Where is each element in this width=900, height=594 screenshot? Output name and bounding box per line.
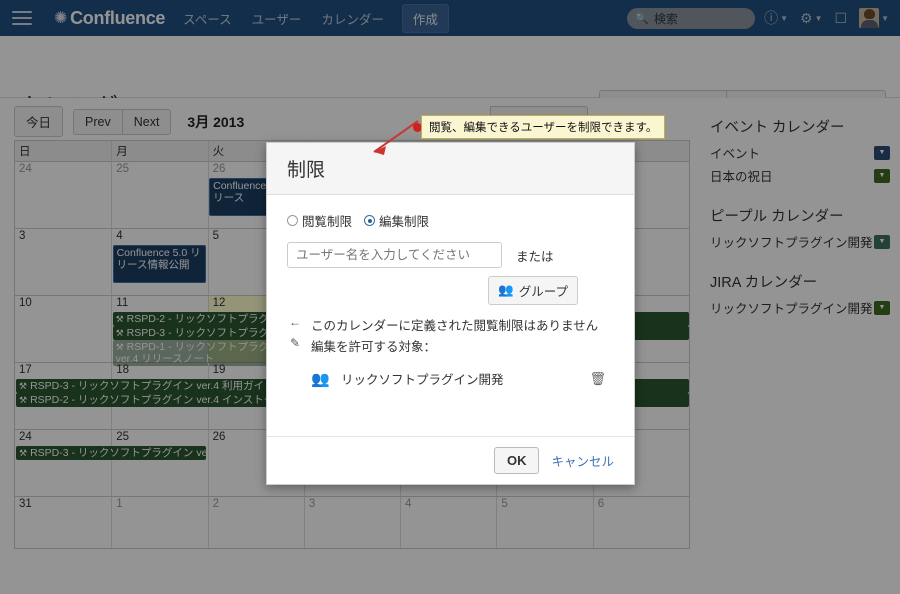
callout-tooltip: 閲覧、編集できるユーザーを制限できます。 [421, 115, 666, 139]
arrow-left-icon: ← [289, 315, 301, 329]
radio-edit-restriction[interactable]: 編集制限 [364, 211, 429, 230]
radio-circle-edit [364, 215, 376, 226]
restrictions-dialog: 制限 閲覧制限 編集制限 または 👥 グループ [266, 142, 635, 485]
radio-edit-label: 編集制限 [379, 215, 430, 229]
trash-icon[interactable]: 🗑 [589, 371, 614, 387]
view-restriction-note: ← このカレンダーに定義された閲覧制限はありません [287, 315, 614, 334]
radio-view-label: 閲覧制限 [302, 215, 353, 229]
edit-restriction-note: ✎ 編集を許可する対象： [287, 336, 614, 355]
restriction-type-radios: 閲覧制限 編集制限 [287, 211, 614, 230]
username-input[interactable] [287, 242, 502, 268]
group-icon: 👥 [311, 370, 330, 388]
dialog-header: 制限 [267, 143, 634, 195]
people-icon: 👥 [498, 283, 514, 297]
radio-circle-view [287, 215, 298, 226]
radio-view-restriction[interactable]: 閲覧制限 [287, 211, 352, 230]
dialog-title: 制限 [287, 160, 326, 181]
view-restriction-note-text: このカレンダーに定義された閲覧制限はありません [311, 319, 599, 333]
group-button-label: グループ [518, 285, 568, 299]
group-button[interactable]: 👥 グループ [488, 276, 578, 305]
app-root: ✺ Confluence スペース ユーザー カレンダー 作成 🔍 検索 ⓘ ▼… [0, 0, 900, 594]
ok-button[interactable]: OK [493, 447, 540, 474]
pencil-restricted-icon: ✎ [289, 336, 301, 350]
cancel-link[interactable]: キャンセル [551, 451, 614, 470]
user-search-row: または [287, 242, 614, 268]
permission-entry-row: 👥 リックソフトプラグイン開発 🗑 [287, 369, 614, 388]
dialog-footer: OK キャンセル [267, 436, 634, 484]
dialog-body: 閲覧制限 編集制限 または 👥 グループ ← このカレンダーに定義され [267, 195, 634, 436]
edit-restriction-note-text: 編集を許可する対象： [311, 340, 437, 354]
or-label: または [516, 249, 554, 264]
permission-entry-name: リックソフトプラグイン開発 [341, 373, 504, 387]
group-button-row: 👥 グループ [287, 276, 614, 305]
